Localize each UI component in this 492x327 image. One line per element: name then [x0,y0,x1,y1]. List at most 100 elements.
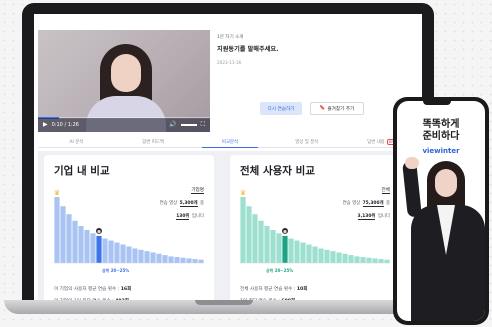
question-category: 1분 자기 소개 [217,35,244,40]
retry-practice-label: 다시 연습하기 [267,106,295,112]
rank-bar [60,206,66,263]
tab-video-analysis[interactable]: 영상 및 분석 [268,138,345,147]
all-users-tag[interactable]: 전체 [381,187,390,194]
person-face [111,54,141,92]
all-users-comparison-card: 전체 사용자 비교 ♛ 전체 연습 영상 75,300개 중 3,130위 입니… [230,155,400,307]
rank-bar [66,214,72,263]
brand-logo: viewinter [422,147,460,155]
rank-bar [114,242,120,263]
user-avatar-face [97,229,101,234]
rank-bar [198,259,204,263]
rank-bar [84,230,90,263]
rank-bar [372,258,378,263]
crown-icon: ♛ [240,189,246,197]
laptop-frame: ▶ 0:10 / 1:26 🔊 ⛶ 1분 자기 소개 지원동기를 말해주세요. … [22,3,434,308]
fullscreen-icon[interactable]: ⛶ [201,122,205,128]
headline-line-2: 준비하다 [422,131,460,142]
company-comparison-card: 기업 내 비교 ♛ 기업명 연습 영상 5,300개 중 130위 입니다 상위… [44,155,214,307]
rank-bar [102,238,108,263]
question-title: 지원동기를 말해주세요. [217,46,279,53]
volume-icon[interactable]: 🔊 [169,122,176,128]
card-title: 전체 사용자 비교 [240,165,315,177]
rank-bar [354,256,360,263]
rank-bar [132,248,138,263]
rank-bar [366,257,372,263]
volume-slider[interactable] [180,124,197,126]
rank-bar [318,248,324,263]
add-favorite-button[interactable]: 🔖 즐겨찾기 추가 [310,102,364,115]
practice-count-line: 연습 영상 75,300개 중 [342,201,390,207]
rank-bar [72,220,78,263]
rank-bar [378,259,384,263]
rank-bar [174,257,180,263]
add-favorite-label: 즐겨찾기 추가 [327,106,355,112]
retry-practice-button[interactable]: 다시 연습하기 [260,102,302,115]
question-date: 2023-11-16 [217,60,242,65]
interview-video-player[interactable]: ▶ 0:10 / 1:26 🔊 ⛶ [38,30,210,132]
rank-line: 130위 입니다 [176,214,204,220]
rank-bar [54,197,60,263]
rank-bar [120,244,126,263]
company-name-tag[interactable]: 기업명 [191,187,204,194]
phone-notch [423,101,451,105]
rank-bar [186,258,192,263]
rank-bar [150,252,156,263]
rank-bar [294,240,300,263]
analysis-tabs: AI 분석 답변 피드백 비교분석 영상 및 분석 답변 내용BETA [38,138,422,148]
avg-practice-stat: 전체 사용자 평균 연습 횟수 : 10회 [240,287,308,292]
avg-practice-stat: 이 기업의 사용자 평균 연습 횟수 : 16회 [54,287,132,292]
rank-bar [156,253,162,263]
rank-bar [138,249,144,263]
rank-bar [324,249,330,263]
laptop-screen: ▶ 0:10 / 1:26 🔊 ⛶ 1분 자기 소개 지원동기를 말해주세요. … [34,14,422,308]
card-title: 기업 내 비교 [54,165,110,177]
rank-line: 3,130위 입니다 [357,214,390,220]
rank-bar [330,251,336,263]
video-time: 0:10 / 1:26 [51,122,79,128]
rank-bar [90,233,96,263]
rank-bar [180,257,186,263]
rank-bar [312,246,318,263]
rank-bar [192,259,198,263]
rank-bar [264,226,270,263]
video-controls: ▶ 0:10 / 1:26 🔊 ⛶ [38,118,210,132]
rank-bar [306,244,312,263]
rank-bar [384,259,390,263]
rank-bar [144,251,150,263]
percentile-range-label: 상위 20~25% [266,268,294,273]
user-avatar-face [283,229,287,234]
rank-bar [258,220,264,263]
rank-bar [252,214,258,263]
rank-bar [240,197,246,263]
all-users-rank-chart: ♛ [240,189,390,264]
rank-bar [300,242,306,263]
bookmark-icon: 🔖 [319,106,326,111]
rank-bar [360,257,366,263]
comparison-area: 기업 내 비교 ♛ 기업명 연습 영상 5,300개 중 130위 입니다 상위… [38,151,422,308]
my-rank-bar [96,235,102,263]
rank-bar [270,230,276,263]
my-rank-bar [282,235,288,263]
play-icon[interactable]: ▶ [43,122,48,128]
percentile-range-label: 상위 20~25% [102,268,130,273]
rank-bar [288,238,294,263]
rank-bar [78,226,84,263]
crown-icon: ♛ [54,189,60,197]
rank-bar [108,240,114,263]
model-face [435,169,457,197]
tab-comparison[interactable]: 비교분석 [192,138,269,148]
rank-bar [348,255,354,263]
phone-screen: 똑똑하게 준비하다 viewinter [397,101,485,321]
tab-ai-analysis[interactable]: AI 분석 [38,138,115,147]
raised-fist [405,157,419,169]
question-panel: 1분 자기 소개 지원동기를 말해주세요. 2023-11-16 [217,34,417,65]
laptop-notch [195,300,253,305]
rank-bar [336,252,342,263]
phone-frame: 똑똑하게 준비하다 viewinter [393,97,489,325]
rank-bar [162,255,168,263]
tab-answer-feedback[interactable]: 답변 피드백 [115,138,192,147]
rank-bar [276,233,282,263]
phone-headline: 똑똑하게 준비하다 [397,119,485,143]
rank-bar [342,253,348,263]
rank-bar [246,206,252,263]
